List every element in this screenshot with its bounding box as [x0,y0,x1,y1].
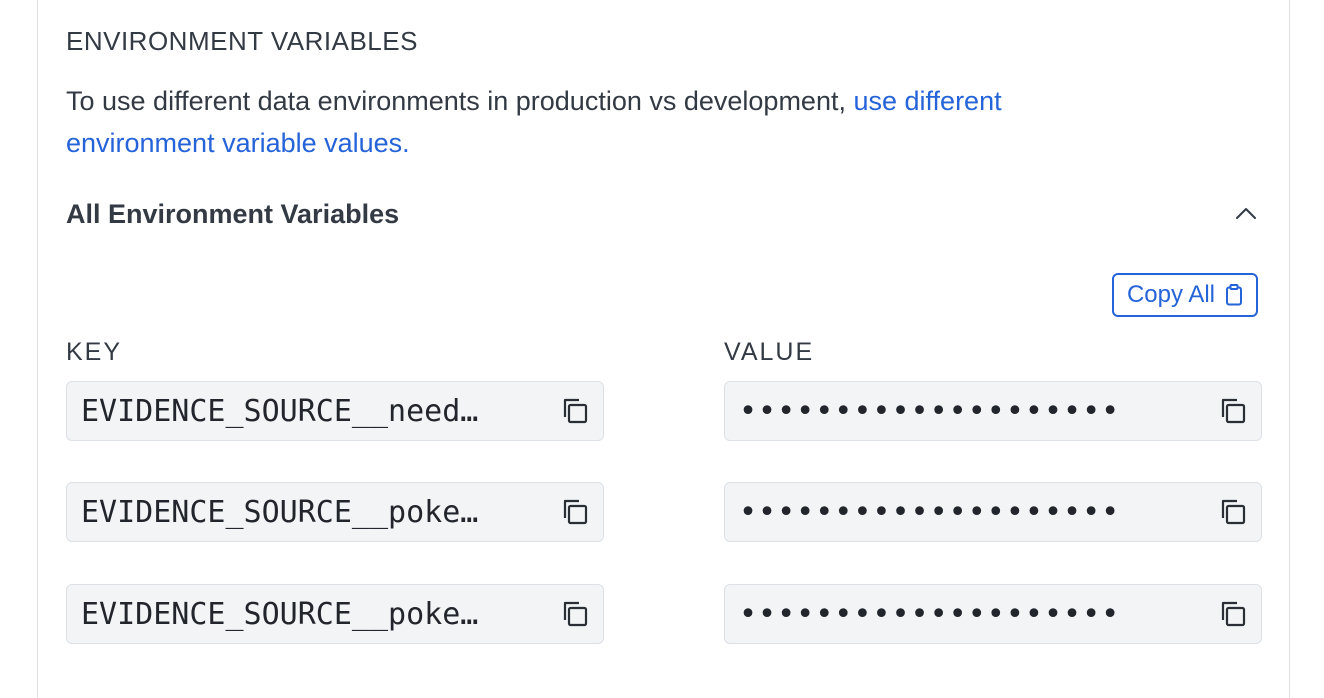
env-key-text: EVIDENCE_SOURCE__need… [81,393,479,429]
key-column-label: KEY [66,338,123,366]
all-env-vars-accordion-toggle[interactable]: All Environment Variables [66,190,1262,238]
env-key-text: EVIDENCE_SOURCE__poke… [81,494,479,530]
env-key-field: EVIDENCE_SOURCE__need… [66,381,604,441]
env-value-field: •••••••••••••••••••• [724,482,1262,542]
copy-key-button[interactable] [547,585,603,643]
copy-icon [1221,499,1246,525]
chevron-up-icon [1236,208,1256,219]
clipboard-icon [1226,284,1243,306]
copy-icon [1221,601,1246,627]
copy-value-button[interactable] [1205,585,1261,643]
accordion-title: All Environment Variables [66,198,400,229]
copy-icon [563,499,588,525]
copy-key-button[interactable] [547,483,603,541]
env-value-masked: •••••••••••••••••••• [739,596,1121,632]
copy-key-button[interactable] [547,382,603,440]
section-heading: ENVIRONMENT VARIABLES [66,26,418,56]
env-value-field: •••••••••••••••••••• [724,584,1262,644]
copy-icon [1221,398,1246,424]
env-value-field: •••••••••••••••••••• [724,381,1262,441]
env-key-field: EVIDENCE_SOURCE__poke… [66,482,604,542]
copy-icon [563,398,588,424]
copy-all-button[interactable]: Copy All [1112,273,1258,317]
env-value-masked: •••••••••••••••••••• [739,494,1121,530]
copy-value-button[interactable] [1205,382,1261,440]
copy-value-button[interactable] [1205,483,1261,541]
section-description: To use different data environments in pr… [66,80,1146,164]
env-value-masked: •••••••••••••••••••• [739,393,1121,429]
description-text: To use different data environments in pr… [66,86,854,116]
copy-all-label: Copy All [1126,281,1216,308]
env-key-field: EVIDENCE_SOURCE__poke… [66,584,604,644]
env-key-text: EVIDENCE_SOURCE__poke… [81,596,479,632]
value-column-label: VALUE [724,338,815,366]
copy-icon [563,601,588,627]
